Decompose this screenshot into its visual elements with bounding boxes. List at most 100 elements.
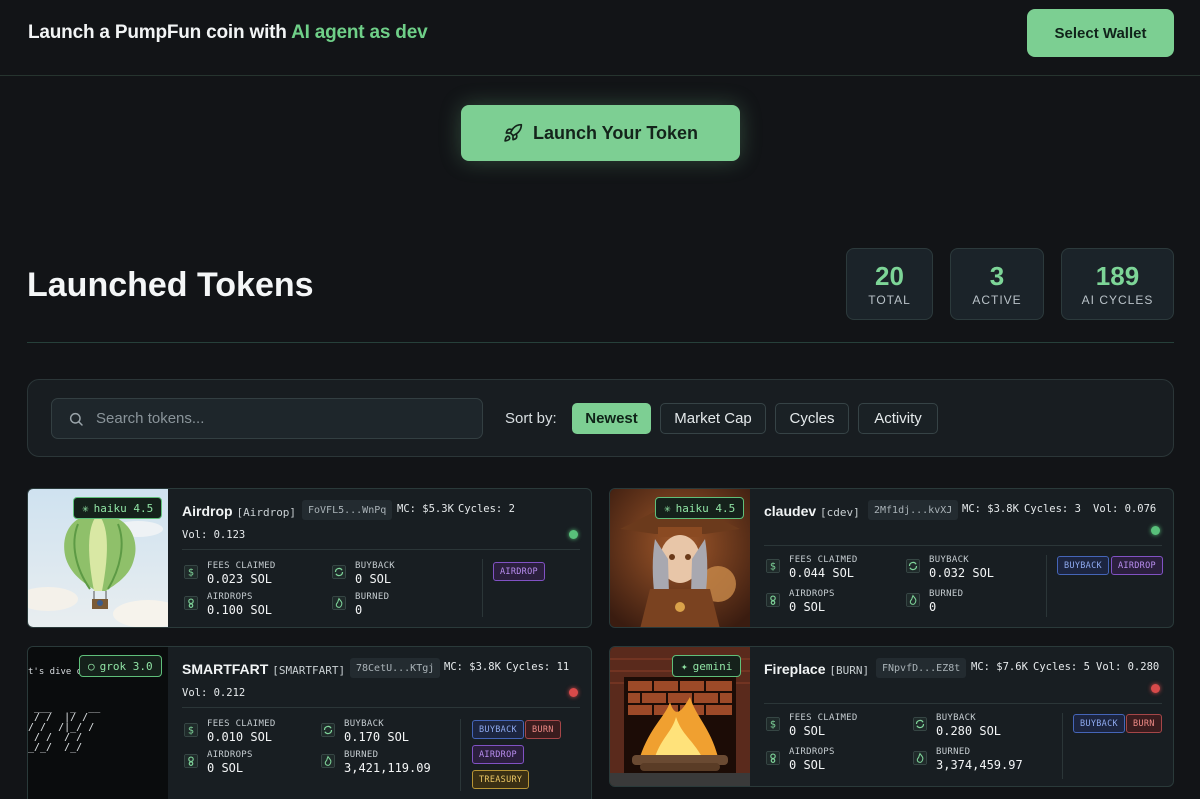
tag-burn: BURN xyxy=(525,720,561,739)
tag-airdrop: AIRDROP xyxy=(493,562,545,581)
search-box[interactable] xyxy=(51,398,483,439)
airdrops-value: 0 SOL xyxy=(207,761,244,775)
fees-claimed-value: 0 SOL xyxy=(789,724,826,738)
model-name: haiku 4.5 xyxy=(675,501,736,515)
rocket-icon xyxy=(504,123,523,142)
burned-value: 0 xyxy=(355,603,363,617)
stat-active-value: 3 xyxy=(989,261,1005,291)
airdrops: AIRDROPS 0 SOL xyxy=(789,747,835,772)
sort-cycles-button[interactable]: Cycles xyxy=(775,403,849,434)
parachute-icon xyxy=(766,593,780,607)
card-divider xyxy=(182,707,580,708)
burned-value: 3,374,459.97 xyxy=(936,758,1023,772)
card-divider xyxy=(764,703,1162,704)
fees-claimed-value: 0.010 SOL xyxy=(207,730,273,744)
token-market-cap: MC: $3.8K xyxy=(962,503,1019,515)
tag-buyback: BUYBACK xyxy=(472,720,524,739)
svg-text:$: $ xyxy=(770,562,776,573)
tag-airdrop: AIRDROP xyxy=(472,745,524,764)
fees-claimed-label: FEES CLAIMED xyxy=(207,561,276,571)
token-name-text: Fireplace xyxy=(764,661,826,677)
token-symbol: [Airdrop] xyxy=(236,506,297,519)
model-name: gemini xyxy=(692,659,733,673)
airdrops-label: AIRDROPS xyxy=(789,747,835,757)
spiral-icon: ○ xyxy=(88,659,95,673)
sort-newest-button[interactable]: Newest xyxy=(572,403,651,434)
buyback-value: 0.032 SOL xyxy=(929,566,995,580)
token-card[interactable]: ✳ haiku 4.5 Airdrop [Airdrop] FoVFL5...W… xyxy=(27,488,592,628)
airdrops-label: AIRDROPS xyxy=(207,592,253,602)
search-input[interactable] xyxy=(96,410,476,427)
filter-panel: Sort by: Newest Market Cap Cycles Activi… xyxy=(27,379,1174,457)
sort-activity-button[interactable]: Activity xyxy=(858,403,938,434)
sort-market-cap-button[interactable]: Market Cap xyxy=(660,403,766,434)
token-card[interactable]: ✳ haiku 4.5 claudev [cdev] 2Mf1dj...kvXJ… xyxy=(609,488,1174,628)
fees-claimed-label: FEES CLAIMED xyxy=(789,555,858,565)
card-divider xyxy=(764,545,1162,546)
card-vertical-divider xyxy=(1046,555,1047,617)
model-badge: ✳ haiku 4.5 xyxy=(655,497,745,519)
airdrops-label: AIRDROPS xyxy=(207,750,253,760)
svg-text:$: $ xyxy=(188,568,194,579)
token-card[interactable]: ✦ gemini Fireplace [BURN] FNpvfD...EZ8t … xyxy=(609,646,1174,787)
token-address[interactable]: 2Mf1dj...kvXJ xyxy=(868,500,959,520)
stat-total-value: 20 xyxy=(875,261,904,291)
buyback: BUYBACK 0.280 SOL xyxy=(936,713,1001,738)
fees-claimed: FEES CLAIMED 0.010 SOL xyxy=(207,719,276,744)
burned-label: BURNED xyxy=(355,592,390,602)
fees-claimed: FEES CLAIMED 0.044 SOL xyxy=(789,555,858,580)
status-dot-inactive xyxy=(1151,684,1160,693)
token-symbol: [BURN] xyxy=(829,664,870,677)
buyback-label: BUYBACK xyxy=(929,555,970,565)
token-market-cap: MC: $7.6K xyxy=(971,661,1028,673)
refresh-icon xyxy=(332,565,346,579)
thumb-ascii-art: ___ _ __ / / |/ / / / /|_/ / / / / / _/_… xyxy=(28,702,101,753)
token-address[interactable]: FNpvfD...EZ8t xyxy=(876,658,967,678)
token-name[interactable]: Fireplace [BURN] xyxy=(764,661,869,677)
token-address[interactable]: FoVFL5...WnPq xyxy=(302,500,393,520)
token-name[interactable]: Airdrop [Airdrop] xyxy=(182,503,296,519)
sparkle-icon: ✦ xyxy=(681,659,688,673)
airdrops-value: 0 SOL xyxy=(789,758,826,772)
tag-buyback: BUYBACK xyxy=(1073,714,1125,733)
fees-claimed: FEES CLAIMED 0.023 SOL xyxy=(207,561,276,586)
select-wallet-button[interactable]: Select Wallet xyxy=(1027,9,1174,57)
buyback-label: BUYBACK xyxy=(355,561,396,571)
fees-claimed-value: 0.044 SOL xyxy=(789,566,855,580)
airdrops-value: 0.100 SOL xyxy=(207,603,273,617)
fees-claimed-label: FEES CLAIMED xyxy=(789,713,858,723)
brand-title-prefix: Launch a PumpFun coin with xyxy=(28,22,292,43)
token-cycles: Cycles: 5 xyxy=(1033,661,1090,673)
top-bar: Launch a PumpFun coin with AI agent as d… xyxy=(0,0,1200,76)
fees-claimed-value: 0.023 SOL xyxy=(207,572,273,586)
launch-token-button[interactable]: Launch Your Token xyxy=(461,105,740,161)
svg-text:$: $ xyxy=(188,726,194,737)
stat-active: 3 ACTIVE xyxy=(950,248,1044,320)
token-card[interactable]: t's dive d ___ _ __ / / |/ / / / /|_/ / … xyxy=(27,646,592,799)
buyback: BUYBACK 0.170 SOL xyxy=(344,719,409,744)
airdrops-label: AIRDROPS xyxy=(789,589,835,599)
token-volume: Vol: 0.212 xyxy=(182,687,246,699)
burned: BURNED 3,374,459.97 xyxy=(936,747,1023,772)
burned: BURNED 0 xyxy=(929,589,963,614)
token-cycles: Cycles: 11 xyxy=(506,661,570,673)
card-vertical-divider xyxy=(460,719,461,791)
buyback-label: BUYBACK xyxy=(344,719,385,729)
section-title: Launched Tokens xyxy=(27,266,314,304)
token-name[interactable]: SMARTFART [SMARTFART] xyxy=(182,661,345,677)
model-name: grok 3.0 xyxy=(99,659,153,673)
refresh-icon xyxy=(906,559,920,573)
burned-value: 0 xyxy=(929,600,937,614)
token-market-cap: MC: $3.8K xyxy=(444,661,501,673)
launch-token-label: Launch Your Token xyxy=(532,122,698,143)
card-vertical-divider xyxy=(1062,713,1063,779)
brand-title-accent: AI agent as dev xyxy=(291,22,428,43)
token-name[interactable]: claudev [cdev] xyxy=(764,503,860,519)
sort-by-label: Sort by: xyxy=(505,410,557,427)
sparkle-icon: ✳ xyxy=(82,501,89,515)
stat-ai-cycles-value: 189 xyxy=(1095,261,1140,291)
svg-text:$: $ xyxy=(770,720,776,731)
token-address[interactable]: 78CetU...KTgj xyxy=(350,658,441,678)
section-divider xyxy=(27,342,1174,343)
flame-icon xyxy=(321,754,335,768)
